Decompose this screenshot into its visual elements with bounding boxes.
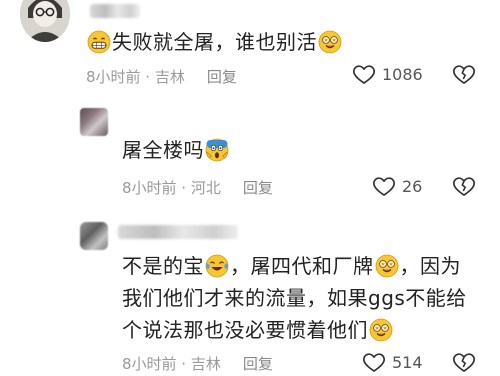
like-button[interactable]: 1086: [352, 62, 423, 86]
comment-line: 个说法那也没必要惯着他们: [122, 314, 482, 346]
comment-meta: 8小时前 · 河北 回复: [122, 177, 273, 198]
star-eyes-emoji-icon: [375, 254, 399, 278]
star-eyes-emoji-icon: [369, 318, 393, 342]
comment-text-segment: 屠全楼吗: [122, 138, 204, 162]
screaming-emoji-icon: [205, 138, 229, 162]
heart-outline-icon: [352, 62, 376, 86]
grinning-emoji-icon: [87, 30, 111, 54]
username-blurred[interactable]: [90, 4, 140, 18]
reply-button[interactable]: 回复: [207, 68, 237, 86]
broken-heart-icon[interactable]: [452, 62, 476, 86]
like-count: 1086: [382, 64, 423, 84]
comment-line: 不是的宝 ，屠四代和厂牌 ，因为: [122, 250, 482, 282]
comment-meta: 8小时前 · 吉林 回复: [86, 66, 237, 87]
comment-text-segment: 个说法那也没必要惯着他们: [122, 318, 368, 342]
avatar-portrait-icon: [20, 0, 70, 42]
comment-text-segment: 不是的宝: [122, 254, 204, 278]
reply-button[interactable]: 回复: [243, 179, 273, 197]
reply-item: 屠全楼吗 8小时前 · 河北 回复 26: [0, 100, 500, 210]
heart-outline-icon: [362, 350, 386, 374]
avatar[interactable]: [80, 222, 108, 250]
username-blurred[interactable]: [118, 225, 238, 239]
comment-line: 我们他们才来的流量，如果ggs不能给: [122, 286, 467, 310]
like-button[interactable]: 26: [372, 174, 422, 198]
crying-laughing-emoji-icon: [205, 254, 229, 278]
comment-text: 屠全楼吗: [122, 134, 230, 166]
star-eyes-emoji-icon: [318, 30, 342, 54]
avatar[interactable]: [80, 108, 108, 136]
avatar[interactable]: [20, 0, 70, 42]
comment-text-segment: 失败就全屠，谁也别活: [112, 30, 317, 54]
like-count: 26: [402, 176, 423, 196]
broken-heart-icon[interactable]: [452, 174, 476, 198]
comment-text-segment: ，因为: [399, 254, 461, 278]
comment-meta: 8小时前 · 吉林 回复: [122, 353, 273, 374]
reply-button[interactable]: 回复: [243, 355, 273, 373]
comment-time-location: 8小时前 · 吉林: [86, 68, 185, 86]
like-count: 514: [392, 352, 423, 372]
comment-time-location: 8小时前 · 吉林: [122, 355, 221, 373]
comment-item: 失败就全屠，谁也别活 8小时前 · 吉林 回复 1086: [0, 0, 500, 100]
comment-text: 不是的宝 ，屠四代和厂牌 ，因为 我们他们才来的流量，如果ggs不能给 个说法那也没…: [122, 250, 482, 346]
comment-text: 失败就全屠，谁也别活: [86, 26, 343, 58]
broken-heart-icon[interactable]: [452, 350, 476, 374]
like-button[interactable]: 514: [362, 350, 423, 374]
comment-text-segment: ，屠四代和厂牌: [230, 254, 374, 278]
comment-time-location: 8小时前 · 河北: [122, 179, 221, 197]
heart-outline-icon: [372, 174, 396, 198]
reply-item: 不是的宝 ，屠四代和厂牌 ，因为 我们他们才来的流量，如果ggs不能给 个说法那也没…: [0, 210, 500, 376]
